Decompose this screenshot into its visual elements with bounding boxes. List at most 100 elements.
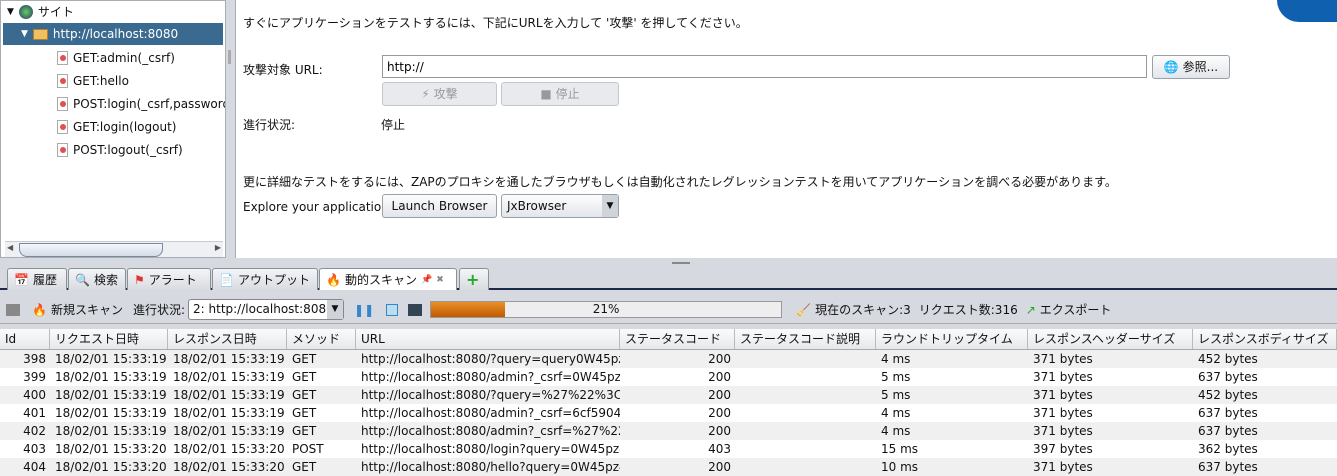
expand-icon[interactable]: ▼ xyxy=(21,23,28,45)
browse-button[interactable]: 🌐 参照... xyxy=(1152,55,1230,79)
table-cell: 200 xyxy=(708,460,731,474)
table-row[interactable]: 402 18/02/01 15:33:19 18/02/01 15:33:19 GET… xyxy=(0,422,1337,440)
tree-node-request[interactable]: GET:admin(_csrf) xyxy=(57,47,175,69)
stop-label: 停止 xyxy=(555,87,580,101)
column-header[interactable]: URL xyxy=(356,329,620,349)
scan-select[interactable]: 2: http://localhost:8080 ▼ xyxy=(188,299,345,320)
table-cell: 4 ms xyxy=(881,424,911,438)
table-header: Id リクエスト日時 レスポンス日時 メソッド URL ステータスコード ステータスコード説… xyxy=(0,329,1337,350)
lightning-icon: ⚡ xyxy=(421,87,430,101)
table-cell: GET xyxy=(292,460,317,474)
table-cell: 371 bytes xyxy=(1033,424,1093,438)
chevron-down-icon: ▼ xyxy=(327,300,344,319)
tab-history[interactable]: 📅 履歴 xyxy=(7,268,67,290)
expand-icon[interactable]: ▼ xyxy=(7,1,14,23)
table-cell: http://localhost:8080/admin?_csrf=0W45pz… xyxy=(361,370,620,384)
horizontal-scrollbar[interactable]: ◀ ▶ xyxy=(5,241,223,257)
stop-icon[interactable] xyxy=(386,303,399,316)
flame-icon: 🔥 xyxy=(326,272,341,287)
table-cell: 399 xyxy=(23,370,46,384)
table-cell: http://localhost:8080/?query=query0W45pz… xyxy=(361,352,620,366)
table-cell: GET xyxy=(292,424,317,438)
new-scan-button[interactable]: 新規スキャン xyxy=(51,301,123,318)
pin-icon[interactable]: 📌 xyxy=(421,270,432,290)
column-header[interactable]: レスポンスヘッダーサイズ xyxy=(1028,329,1193,349)
table-cell: 200 xyxy=(708,370,731,384)
table-cell: 18/02/01 15:33:20 xyxy=(55,460,167,474)
progress-bar: 21% xyxy=(430,301,783,318)
table-cell: 200 xyxy=(708,388,731,402)
table-cell xyxy=(735,368,876,386)
table-cell: 452 bytes xyxy=(1198,388,1258,402)
attack-button[interactable]: ⚡ 攻撃 xyxy=(382,82,497,106)
browser-select[interactable]: JxBrowser ▼ xyxy=(501,194,619,218)
monitor-icon[interactable] xyxy=(408,303,423,316)
sites-tree[interactable]: ▼ サイト ▼ http://localhost:8080 GET:admin(_c… xyxy=(0,0,226,258)
chevron-down-icon: ▼ xyxy=(602,195,618,217)
table-cell: 18/02/01 15:33:19 xyxy=(173,406,285,420)
table-cell: 637 bytes xyxy=(1198,460,1258,474)
table-cell xyxy=(735,386,876,404)
calendar-icon: 📅 xyxy=(14,272,29,287)
table-row[interactable]: 404 18/02/01 15:33:20 18/02/01 15:33:20 GET… xyxy=(0,458,1337,476)
tree-node-label: GET:hello xyxy=(73,74,129,88)
column-header[interactable]: ラウンドトリップタイム xyxy=(876,329,1028,349)
tab-label: 動的スキャン xyxy=(344,272,417,287)
table-cell: 4 ms xyxy=(881,352,911,366)
splitter-handle[interactable] xyxy=(672,262,690,264)
page-icon xyxy=(57,143,68,157)
table-cell: GET xyxy=(292,352,317,366)
column-header[interactable]: メソッド xyxy=(287,329,356,349)
table-cell: 18/02/01 15:33:20 xyxy=(55,442,167,456)
pause-icon[interactable]: ❚❚ xyxy=(354,303,374,317)
table-cell: 371 bytes xyxy=(1033,406,1093,420)
tree-node-request[interactable]: GET:hello xyxy=(57,70,129,92)
column-header[interactable]: Id xyxy=(0,329,50,349)
tab-active-scan[interactable]: 🔥 動的スキャン 📌 ✖ xyxy=(319,268,457,290)
table-cell: 398 xyxy=(23,352,46,366)
plus-icon: + xyxy=(466,269,480,289)
tree-node-host[interactable]: ▼ http://localhost:8080 xyxy=(3,23,223,45)
table-row[interactable]: 400 18/02/01 15:33:19 18/02/01 15:33:19 GET… xyxy=(0,386,1337,404)
table-row[interactable]: 401 18/02/01 15:33:19 18/02/01 15:33:19 GET… xyxy=(0,404,1337,422)
table-row[interactable]: 398 18/02/01 15:33:19 18/02/01 15:33:19 GET… xyxy=(0,350,1337,368)
progress-value: 停止 xyxy=(381,118,406,132)
splitter-handle[interactable] xyxy=(228,50,231,64)
tab-output[interactable]: 📄 アウトプット xyxy=(212,268,318,290)
stop-button[interactable]: ■ 停止 xyxy=(501,82,619,106)
browser-select-value: JxBrowser xyxy=(507,199,567,213)
table-row[interactable]: 399 18/02/01 15:33:19 18/02/01 15:33:19 GET… xyxy=(0,368,1337,386)
scan-toolbar: 🔥 新規スキャン 進行状況: 2: http://localhost:8080 ▼… xyxy=(0,296,1337,324)
tab-search[interactable]: 🔍 検索 xyxy=(68,268,126,290)
launch-browser-button[interactable]: Launch Browser xyxy=(382,194,497,218)
add-tab-button[interactable]: + xyxy=(459,268,489,290)
tab-alerts[interactable]: ⚑ アラート xyxy=(127,268,211,290)
table-cell: http://localhost:8080/hello?query=0W45pz… xyxy=(361,460,620,474)
table-cell: 18/02/01 15:33:19 xyxy=(55,406,167,420)
column-header[interactable]: ステータスコード説明 xyxy=(735,329,876,349)
column-header[interactable]: レスポンス日時 xyxy=(168,329,287,349)
tree-node-sites[interactable]: ▼ サイト xyxy=(7,1,74,23)
column-header[interactable]: リクエスト日時 xyxy=(50,329,168,349)
table-cell: 402 xyxy=(23,424,46,438)
request-count: リクエスト数:316 xyxy=(918,303,1018,317)
close-icon[interactable]: ✖ xyxy=(436,270,444,290)
tree-node-request[interactable]: POST:login(_csrf,password xyxy=(57,93,225,115)
table-cell: 15 ms xyxy=(881,442,919,456)
scrollbar-thumb[interactable] xyxy=(19,243,163,257)
table-cell: 18/02/01 15:33:20 xyxy=(173,442,285,456)
url-input[interactable] xyxy=(382,55,1147,78)
tree-node-request[interactable]: GET:login(logout) xyxy=(57,116,176,138)
page-icon xyxy=(57,51,68,65)
table-cell: 18/02/01 15:33:19 xyxy=(55,388,167,402)
tab-label: アラート xyxy=(148,272,197,287)
url-label: 攻撃対象 URL: xyxy=(243,63,323,77)
tree-node-request[interactable]: POST:logout(_csrf) xyxy=(57,139,183,161)
options-icon[interactable] xyxy=(6,303,20,316)
column-header[interactable]: レスポンスボディサイズ xyxy=(1193,329,1337,349)
current-scans: 現在のスキャン:3 xyxy=(815,303,911,317)
column-header[interactable]: ステータスコード xyxy=(620,329,735,349)
quick-start-panel: すぐにアプリケーションをテストするには、下記にURLを入力して '攻撃' を押し… xyxy=(235,0,1337,258)
export-button[interactable]: エクスポート xyxy=(1040,301,1112,318)
table-row[interactable]: 403 18/02/01 15:33:20 18/02/01 15:33:20 POS… xyxy=(0,440,1337,458)
